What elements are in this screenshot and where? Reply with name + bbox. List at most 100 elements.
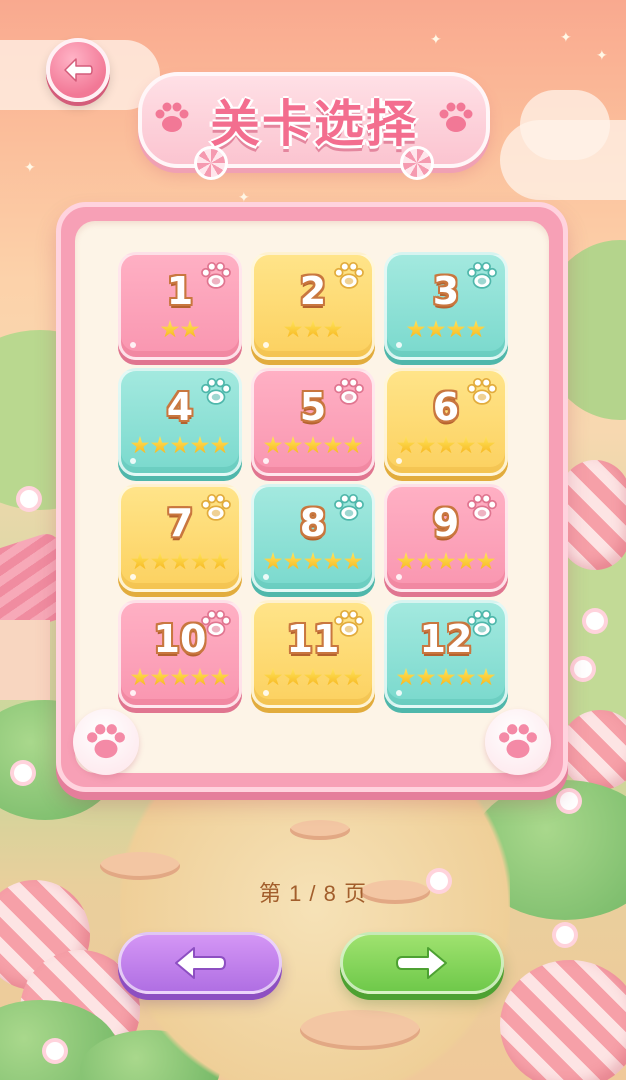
star-icon xyxy=(396,668,416,686)
level-tile[interactable]: 6 xyxy=(384,368,508,476)
star-icon xyxy=(343,436,363,454)
level-tile[interactable]: 12 xyxy=(384,600,508,708)
prev-page-button[interactable] xyxy=(118,932,282,994)
level-tile[interactable]: 7 xyxy=(118,484,242,592)
star-icon xyxy=(476,552,496,570)
star-icon xyxy=(476,436,496,454)
paw-icon xyxy=(467,261,497,289)
level-grid: 1 2 3 4 5 6 7 8 9 10 11 12 xyxy=(118,252,508,708)
tile-highlight-dot xyxy=(396,458,402,464)
star-icon xyxy=(303,436,323,454)
level-number: 1 xyxy=(166,269,194,313)
star-icon xyxy=(476,668,496,686)
level-stars xyxy=(160,320,200,342)
paw-icon xyxy=(201,609,231,637)
level-stars xyxy=(263,552,363,574)
level-number: 7 xyxy=(166,501,194,545)
level-stars xyxy=(130,436,230,458)
level-stars xyxy=(396,436,496,458)
star-icon xyxy=(150,552,170,570)
star-icon xyxy=(323,552,343,570)
paw-icon xyxy=(499,724,537,759)
paw-icon xyxy=(201,377,231,405)
tile-highlight-dot xyxy=(396,690,402,696)
level-stars xyxy=(396,552,496,574)
tile-highlight-dot xyxy=(130,690,136,696)
page-title: 关卡选择 xyxy=(210,95,418,153)
arrow-left-icon xyxy=(175,947,226,979)
level-number: 8 xyxy=(299,501,327,545)
star-icon xyxy=(396,436,416,454)
star-icon xyxy=(170,436,190,454)
star-icon xyxy=(283,552,303,570)
star-icon xyxy=(323,436,343,454)
paw-icon xyxy=(201,261,231,289)
house-decoration xyxy=(0,528,60,700)
star-icon xyxy=(426,320,446,338)
tile-highlight-dot xyxy=(263,342,269,348)
star-icon xyxy=(323,320,343,338)
star-icon xyxy=(456,436,476,454)
title-banner: 关卡选择 xyxy=(138,72,490,180)
level-number: 5 xyxy=(299,385,327,429)
level-tile[interactable]: 8 xyxy=(251,484,375,592)
star-icon xyxy=(303,552,323,570)
level-number: 4 xyxy=(166,385,194,429)
level-tile[interactable]: 9 xyxy=(384,484,508,592)
paw-icon xyxy=(201,493,231,521)
next-page-button[interactable] xyxy=(340,932,504,994)
paw-icon xyxy=(334,493,364,521)
paw-icon xyxy=(467,377,497,405)
star-icon xyxy=(130,668,150,686)
star-icon xyxy=(446,320,466,338)
level-tile[interactable]: 5 xyxy=(251,368,375,476)
star-icon xyxy=(283,320,303,338)
star-icon xyxy=(303,668,323,686)
star-icon xyxy=(210,552,230,570)
star-icon xyxy=(263,668,283,686)
tile-highlight-dot xyxy=(396,342,402,348)
level-tile[interactable]: 11 xyxy=(251,600,375,708)
level-number: 3 xyxy=(432,269,460,313)
level-number: 9 xyxy=(432,501,460,545)
star-icon xyxy=(406,320,426,338)
level-stars xyxy=(263,436,363,458)
paw-icon xyxy=(439,102,473,132)
star-icon xyxy=(150,436,170,454)
star-icon xyxy=(283,436,303,454)
level-tile[interactable]: 2 xyxy=(251,252,375,360)
star-icon xyxy=(170,668,190,686)
star-icon xyxy=(160,320,180,338)
arrow-right-icon xyxy=(396,947,447,979)
corner-paw-decoration xyxy=(73,709,139,775)
candy-swirl-decoration xyxy=(400,146,434,180)
star-icon xyxy=(416,552,436,570)
star-icon xyxy=(150,668,170,686)
level-tile[interactable]: 1 xyxy=(118,252,242,360)
star-icon xyxy=(210,436,230,454)
back-button[interactable] xyxy=(46,38,110,102)
star-icon xyxy=(180,320,200,338)
star-icon xyxy=(190,436,210,454)
arrow-left-icon xyxy=(64,58,93,82)
tile-highlight-dot xyxy=(263,458,269,464)
level-tile[interactable]: 3 xyxy=(384,252,508,360)
star-icon xyxy=(416,436,436,454)
level-stars xyxy=(406,320,486,342)
level-stars xyxy=(130,552,230,574)
star-icon xyxy=(263,436,283,454)
star-icon xyxy=(343,552,363,570)
star-icon xyxy=(283,668,303,686)
star-icon xyxy=(436,552,456,570)
star-icon xyxy=(190,552,210,570)
paw-icon xyxy=(467,493,497,521)
level-stars xyxy=(396,668,496,690)
level-stars xyxy=(130,668,230,690)
page-indicator: 第 1 / 8 页 xyxy=(258,881,368,906)
star-icon xyxy=(130,552,150,570)
level-number: 2 xyxy=(299,269,327,313)
level-tile[interactable]: 4 xyxy=(118,368,242,476)
level-tile[interactable]: 10 xyxy=(118,600,242,708)
star-icon xyxy=(456,668,476,686)
star-icon xyxy=(190,668,210,686)
